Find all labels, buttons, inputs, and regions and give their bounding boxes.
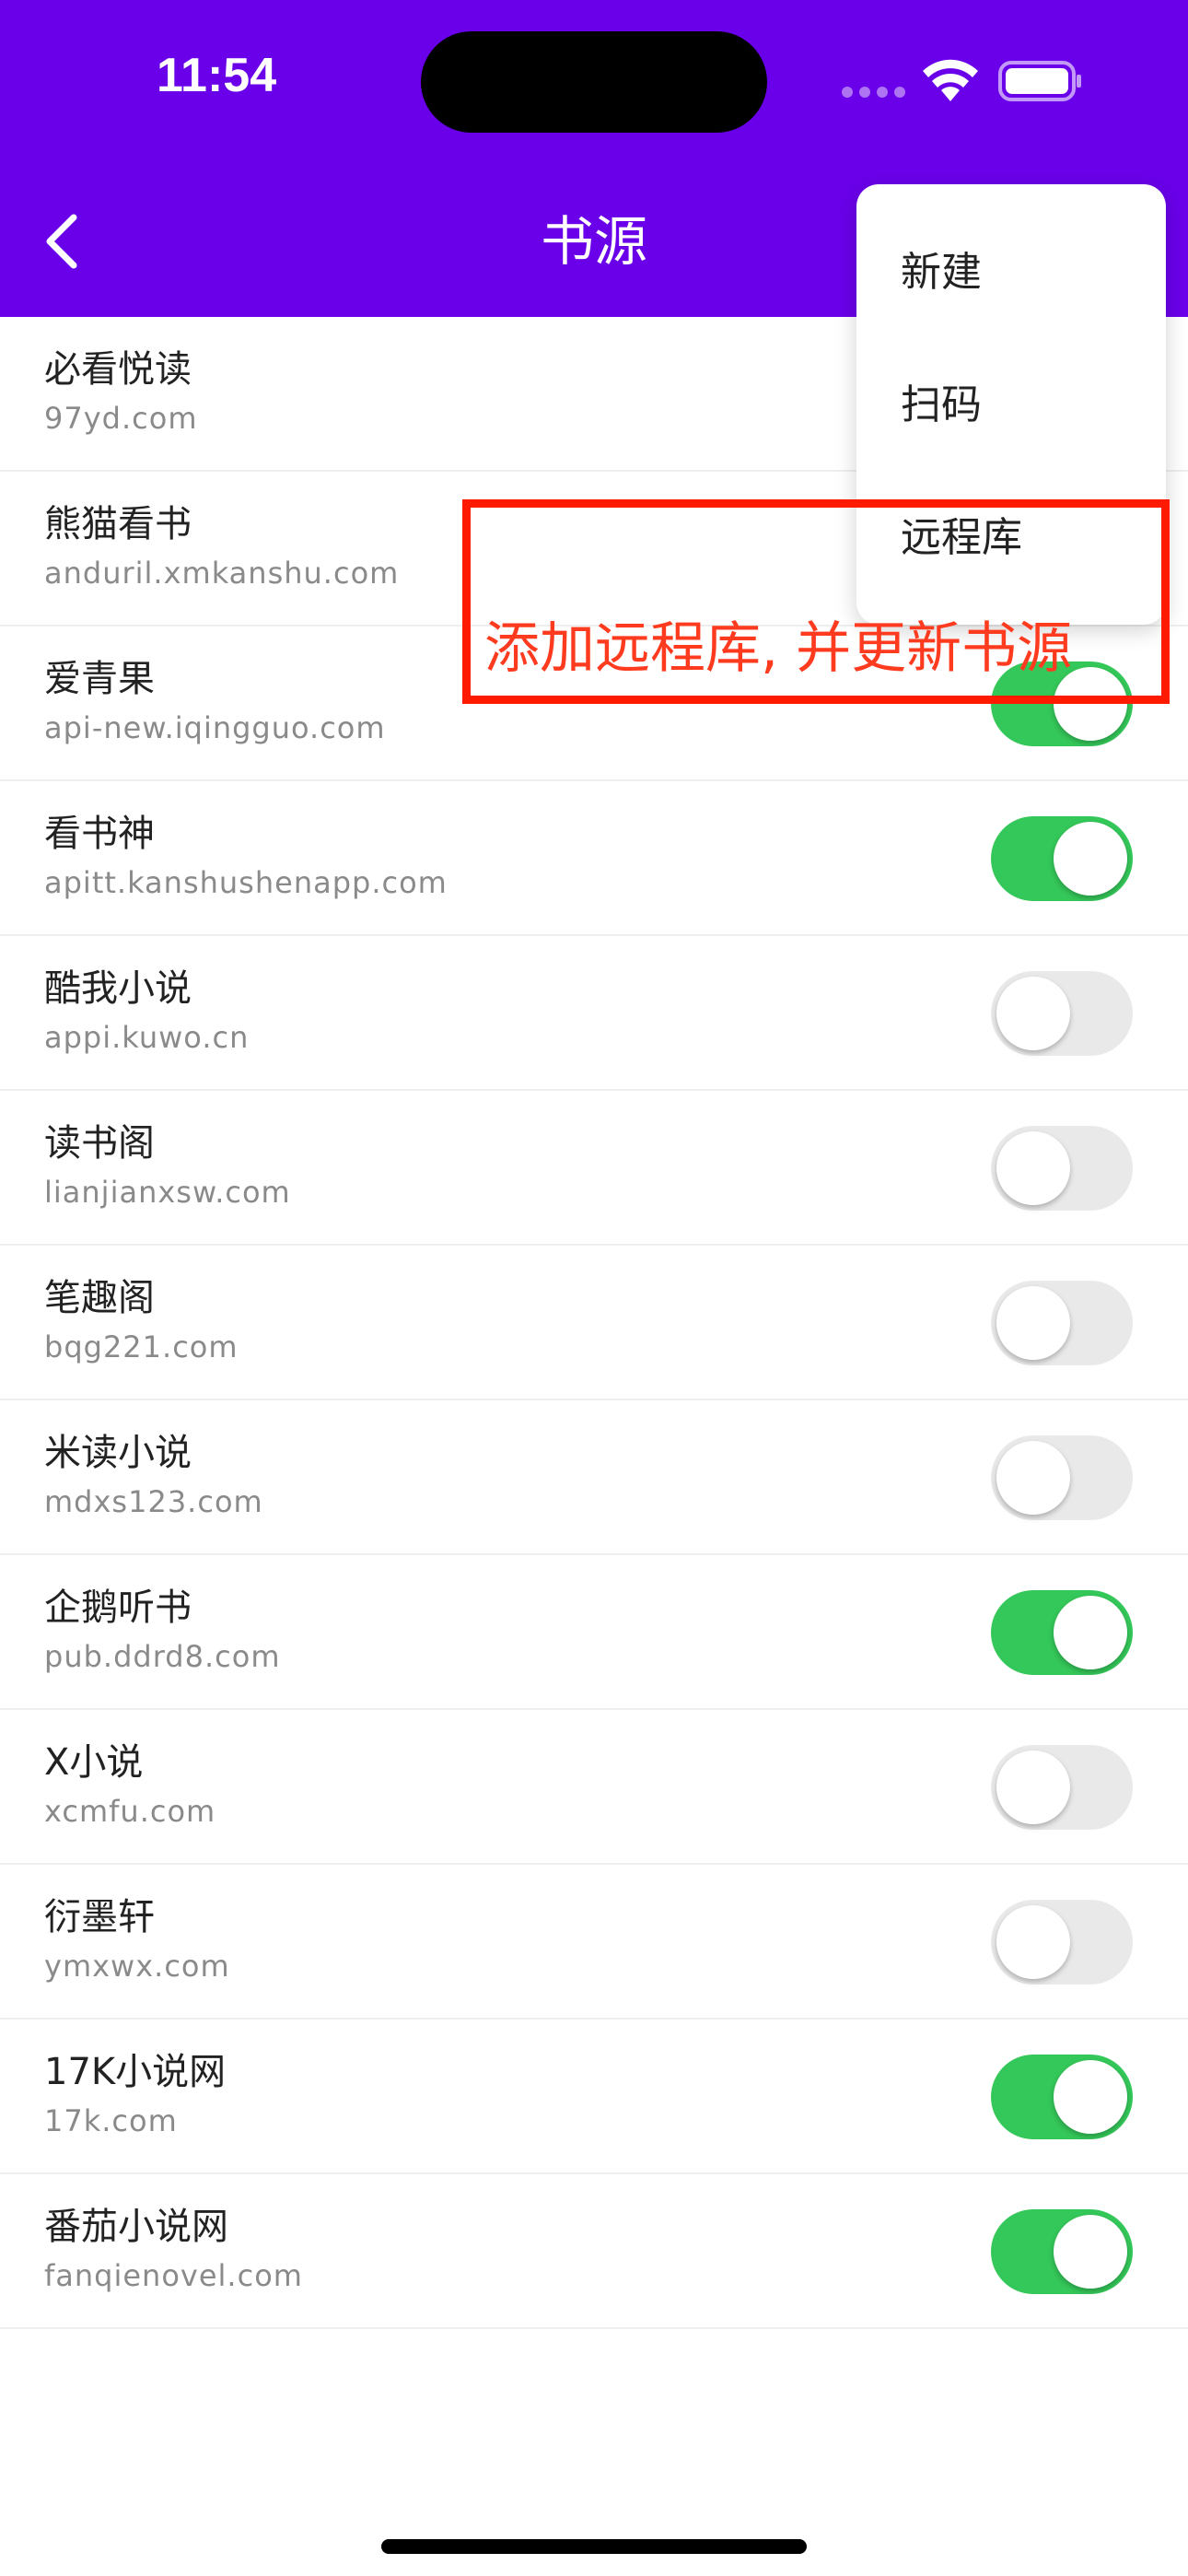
source-enable-toggle[interactable] — [991, 1745, 1133, 1830]
source-name: 酷我小说 — [44, 967, 192, 1010]
source-domain: 97yd.com — [44, 401, 198, 436]
source-row[interactable]: 酷我小说 appi.kuwo.cn — [0, 936, 1188, 1091]
source-domain: apitt.kanshushenapp.com — [44, 865, 448, 900]
source-enable-toggle[interactable] — [991, 2209, 1133, 2294]
source-row[interactable]: 衍墨轩 ymxwx.com — [0, 1865, 1188, 2020]
dynamic-island — [421, 31, 767, 133]
source-domain: anduril.xmkanshu.com — [44, 556, 400, 591]
source-name: X小说 — [44, 1741, 144, 1784]
source-domain: pub.ddrd8.com — [44, 1639, 281, 1674]
source-enable-toggle[interactable] — [991, 1435, 1133, 1520]
source-name: 读书阁 — [44, 1122, 155, 1165]
source-row[interactable]: 17K小说网 17k.com — [0, 2020, 1188, 2174]
source-name: 看书神 — [44, 813, 155, 855]
source-row[interactable]: 企鹅听书 pub.ddrd8.com — [0, 1555, 1188, 1710]
toggle-knob — [996, 1905, 1070, 1979]
toggle-knob — [1054, 822, 1127, 896]
source-domain: appi.kuwo.cn — [44, 1020, 250, 1055]
source-enable-toggle[interactable] — [991, 1900, 1133, 1985]
status-time: 11:54 — [157, 49, 277, 102]
source-name: 企鹅听书 — [44, 1587, 192, 1629]
home-indicator — [381, 2539, 807, 2554]
toggle-knob — [996, 1751, 1070, 1824]
menu-item-scan[interactable]: 扫码 — [901, 378, 982, 433]
source-domain: api-new.iqingguo.com — [44, 710, 386, 745]
toggle-knob — [1054, 1596, 1127, 1669]
source-name: 熊猫看书 — [44, 503, 192, 545]
menu-item-new[interactable]: 新建 — [901, 245, 982, 300]
battery-icon — [998, 61, 1081, 101]
wifi-icon — [923, 59, 978, 101]
source-domain: mdxs123.com — [44, 1484, 263, 1519]
source-domain: 17k.com — [44, 2103, 178, 2138]
source-enable-toggle[interactable] — [991, 2055, 1133, 2139]
annotation-text: 添加远程库, 并更新书源 — [484, 616, 1073, 681]
source-name: 爱青果 — [44, 658, 155, 700]
source-name: 衍墨轩 — [44, 1896, 155, 1938]
source-domain: bqg221.com — [44, 1329, 239, 1364]
source-enable-toggle[interactable] — [991, 1281, 1133, 1365]
cellular-signal-icon — [842, 87, 906, 98]
source-row[interactable]: 读书阁 lianjianxsw.com — [0, 1091, 1188, 1246]
source-enable-toggle[interactable] — [991, 1126, 1133, 1211]
toggle-knob — [996, 1131, 1070, 1205]
source-domain: ymxwx.com — [44, 1949, 230, 1984]
source-row[interactable]: 笔趣阁 bqg221.com — [0, 1246, 1188, 1400]
source-name: 米读小说 — [44, 1432, 192, 1474]
source-enable-toggle[interactable] — [991, 816, 1133, 901]
source-name: 必看悦读 — [44, 348, 192, 391]
source-row[interactable]: 米读小说 mdxs123.com — [0, 1400, 1188, 1555]
toggle-knob — [1054, 2060, 1127, 2134]
toggle-knob — [1054, 2215, 1127, 2289]
source-domain: lianjianxsw.com — [44, 1175, 291, 1210]
source-domain: xcmfu.com — [44, 1794, 216, 1829]
source-enable-toggle[interactable] — [991, 1590, 1133, 1675]
toggle-knob — [996, 977, 1070, 1050]
toggle-knob — [996, 1286, 1070, 1360]
source-domain: fanqienovel.com — [44, 2258, 303, 2293]
source-name: 笔趣阁 — [44, 1277, 155, 1319]
source-row[interactable]: X小说 xcmfu.com — [0, 1710, 1188, 1865]
source-enable-toggle[interactable] — [991, 971, 1133, 1056]
toggle-knob — [996, 1441, 1070, 1515]
source-row[interactable]: 看书神 apitt.kanshushenapp.com — [0, 781, 1188, 936]
source-name: 番茄小说网 — [44, 2206, 228, 2248]
source-name: 17K小说网 — [44, 2051, 227, 2093]
source-row[interactable]: 番茄小说网 fanqienovel.com — [0, 2174, 1188, 2329]
